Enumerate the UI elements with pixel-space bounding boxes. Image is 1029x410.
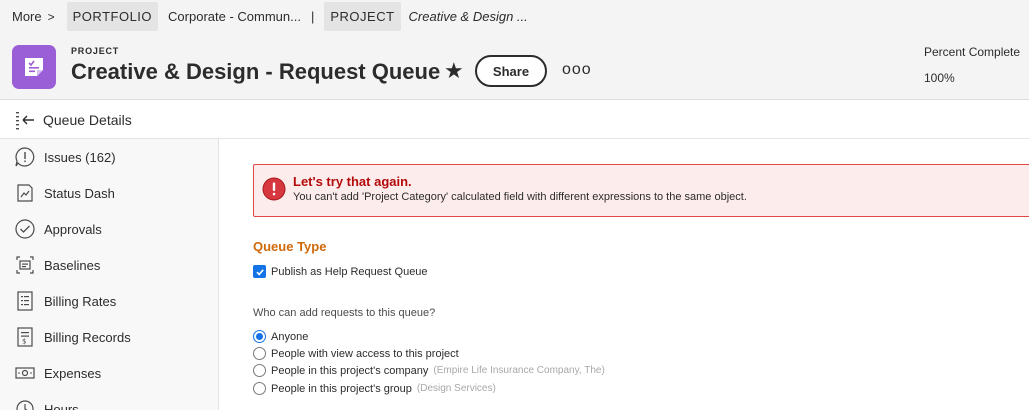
issues-icon — [15, 147, 35, 167]
error-icon — [262, 177, 286, 201]
radio-label: People with view access to this project — [271, 347, 459, 360]
breadcrumb-portfolio-tag: PORTFOLIO — [66, 2, 159, 31]
radio-button[interactable] — [253, 382, 266, 395]
queue-type-heading: Queue Type — [253, 239, 327, 254]
project-document-icon — [25, 58, 43, 76]
breadcrumb-project-tag: PROJECT — [324, 2, 401, 31]
project-header: PROJECT Creative & Design - Request Queu… — [0, 33, 1029, 100]
expenses-icon — [15, 367, 35, 379]
sidebar-item-label: Approvals — [44, 221, 102, 237]
publish-queue-option[interactable]: Publish as Help Request Queue — [253, 265, 428, 278]
error-message: You can't add 'Project Category' calcula… — [293, 191, 747, 203]
publish-queue-checkbox[interactable] — [253, 265, 266, 278]
publish-queue-label: Publish as Help Request Queue — [271, 265, 428, 278]
checkmark-icon — [255, 268, 264, 276]
approvals-icon — [15, 219, 35, 239]
section-header: Queue Details — [0, 101, 1029, 139]
sidebar-item-approvals[interactable]: Approvals — [0, 211, 218, 247]
radio-option-company[interactable]: People in this project's company (Empire… — [253, 364, 605, 377]
breadcrumb-more-label: More — [12, 9, 42, 24]
sidebar-item-label: Billing Records — [44, 329, 131, 345]
billing-rates-icon — [17, 291, 33, 311]
radio-option-anyone[interactable]: Anyone — [253, 330, 308, 343]
radio-hint: (Empire Life Insurance Company, The) — [433, 365, 605, 376]
breadcrumb: More > PORTFOLIO Corporate - Commun... |… — [0, 0, 1029, 33]
billing-records-icon: $ — [17, 327, 33, 347]
who-can-add-label: Who can add requests to this queue? — [253, 307, 436, 319]
sidebar-item-issues[interactable]: Issues (162) — [0, 139, 218, 175]
sidebar-item-label: Hours — [44, 401, 79, 410]
sidebar-item-status-dash[interactable]: Status Dash — [0, 175, 218, 211]
radio-button-selected[interactable] — [253, 330, 266, 343]
sidebar-item-label: Issues (162) — [44, 149, 116, 165]
breadcrumb-portfolio-link[interactable]: Corporate - Commun... — [168, 9, 301, 24]
status-dash-icon — [17, 184, 33, 202]
sidebar-item-label: Status Dash — [44, 185, 115, 201]
collapse-panel-icon[interactable] — [15, 110, 37, 130]
main-content: Let's try that again. You can't add 'Pro… — [220, 139, 1029, 410]
chevron-right-icon: > — [47, 9, 55, 24]
error-banner: Let's try that again. You can't add 'Pro… — [253, 164, 1029, 217]
radio-label: People in this project's group — [271, 382, 412, 395]
breadcrumb-more[interactable]: More > — [12, 9, 55, 24]
percent-complete-value: 100% — [924, 71, 955, 85]
project-icon — [12, 45, 56, 89]
hours-icon — [16, 400, 34, 410]
share-button[interactable]: Share — [475, 55, 547, 87]
sidebar-item-billing-records[interactable]: $ Billing Records — [0, 319, 218, 355]
sidebar-item-label: Billing Rates — [44, 293, 117, 309]
radio-label: Anyone — [271, 330, 309, 343]
page-title: Creative & Design - Request Queue — [71, 59, 441, 84]
sidebar-item-label: Expenses — [44, 365, 102, 381]
sidebar-item-billing-rates[interactable]: Billing Rates — [0, 283, 218, 319]
radio-button[interactable] — [253, 364, 266, 377]
error-title: Let's try that again. — [293, 174, 412, 189]
percent-complete-label: Percent Complete — [924, 45, 1021, 59]
star-icon[interactable]: ★ — [444, 60, 464, 82]
sidebar-item-expenses[interactable]: Expenses — [0, 355, 218, 391]
radio-label: People in this project's company — [271, 364, 429, 377]
radio-option-group[interactable]: People in this project's group (Design S… — [253, 382, 496, 395]
sidebar-item-hours[interactable]: Hours — [0, 391, 218, 410]
radio-option-view-access[interactable]: People with view access to this project — [253, 347, 459, 360]
sidebar-item-label: Baselines — [44, 257, 101, 273]
svg-text:$: $ — [22, 338, 26, 346]
breadcrumb-project-link[interactable]: Creative & Design ... — [409, 9, 528, 24]
more-options-icon[interactable]: ooo — [562, 61, 592, 79]
breadcrumb-separator: | — [310, 9, 315, 24]
radio-button[interactable] — [253, 347, 266, 360]
sidebar: Issues (162) Status Dash Approvals Basel… — [0, 139, 219, 410]
sidebar-item-baselines[interactable]: Baselines — [0, 247, 218, 283]
radio-hint: (Design Services) — [416, 383, 496, 394]
section-title: Queue Details — [43, 111, 132, 128]
object-type-label: PROJECT — [71, 46, 120, 56]
baselines-icon — [16, 256, 34, 274]
